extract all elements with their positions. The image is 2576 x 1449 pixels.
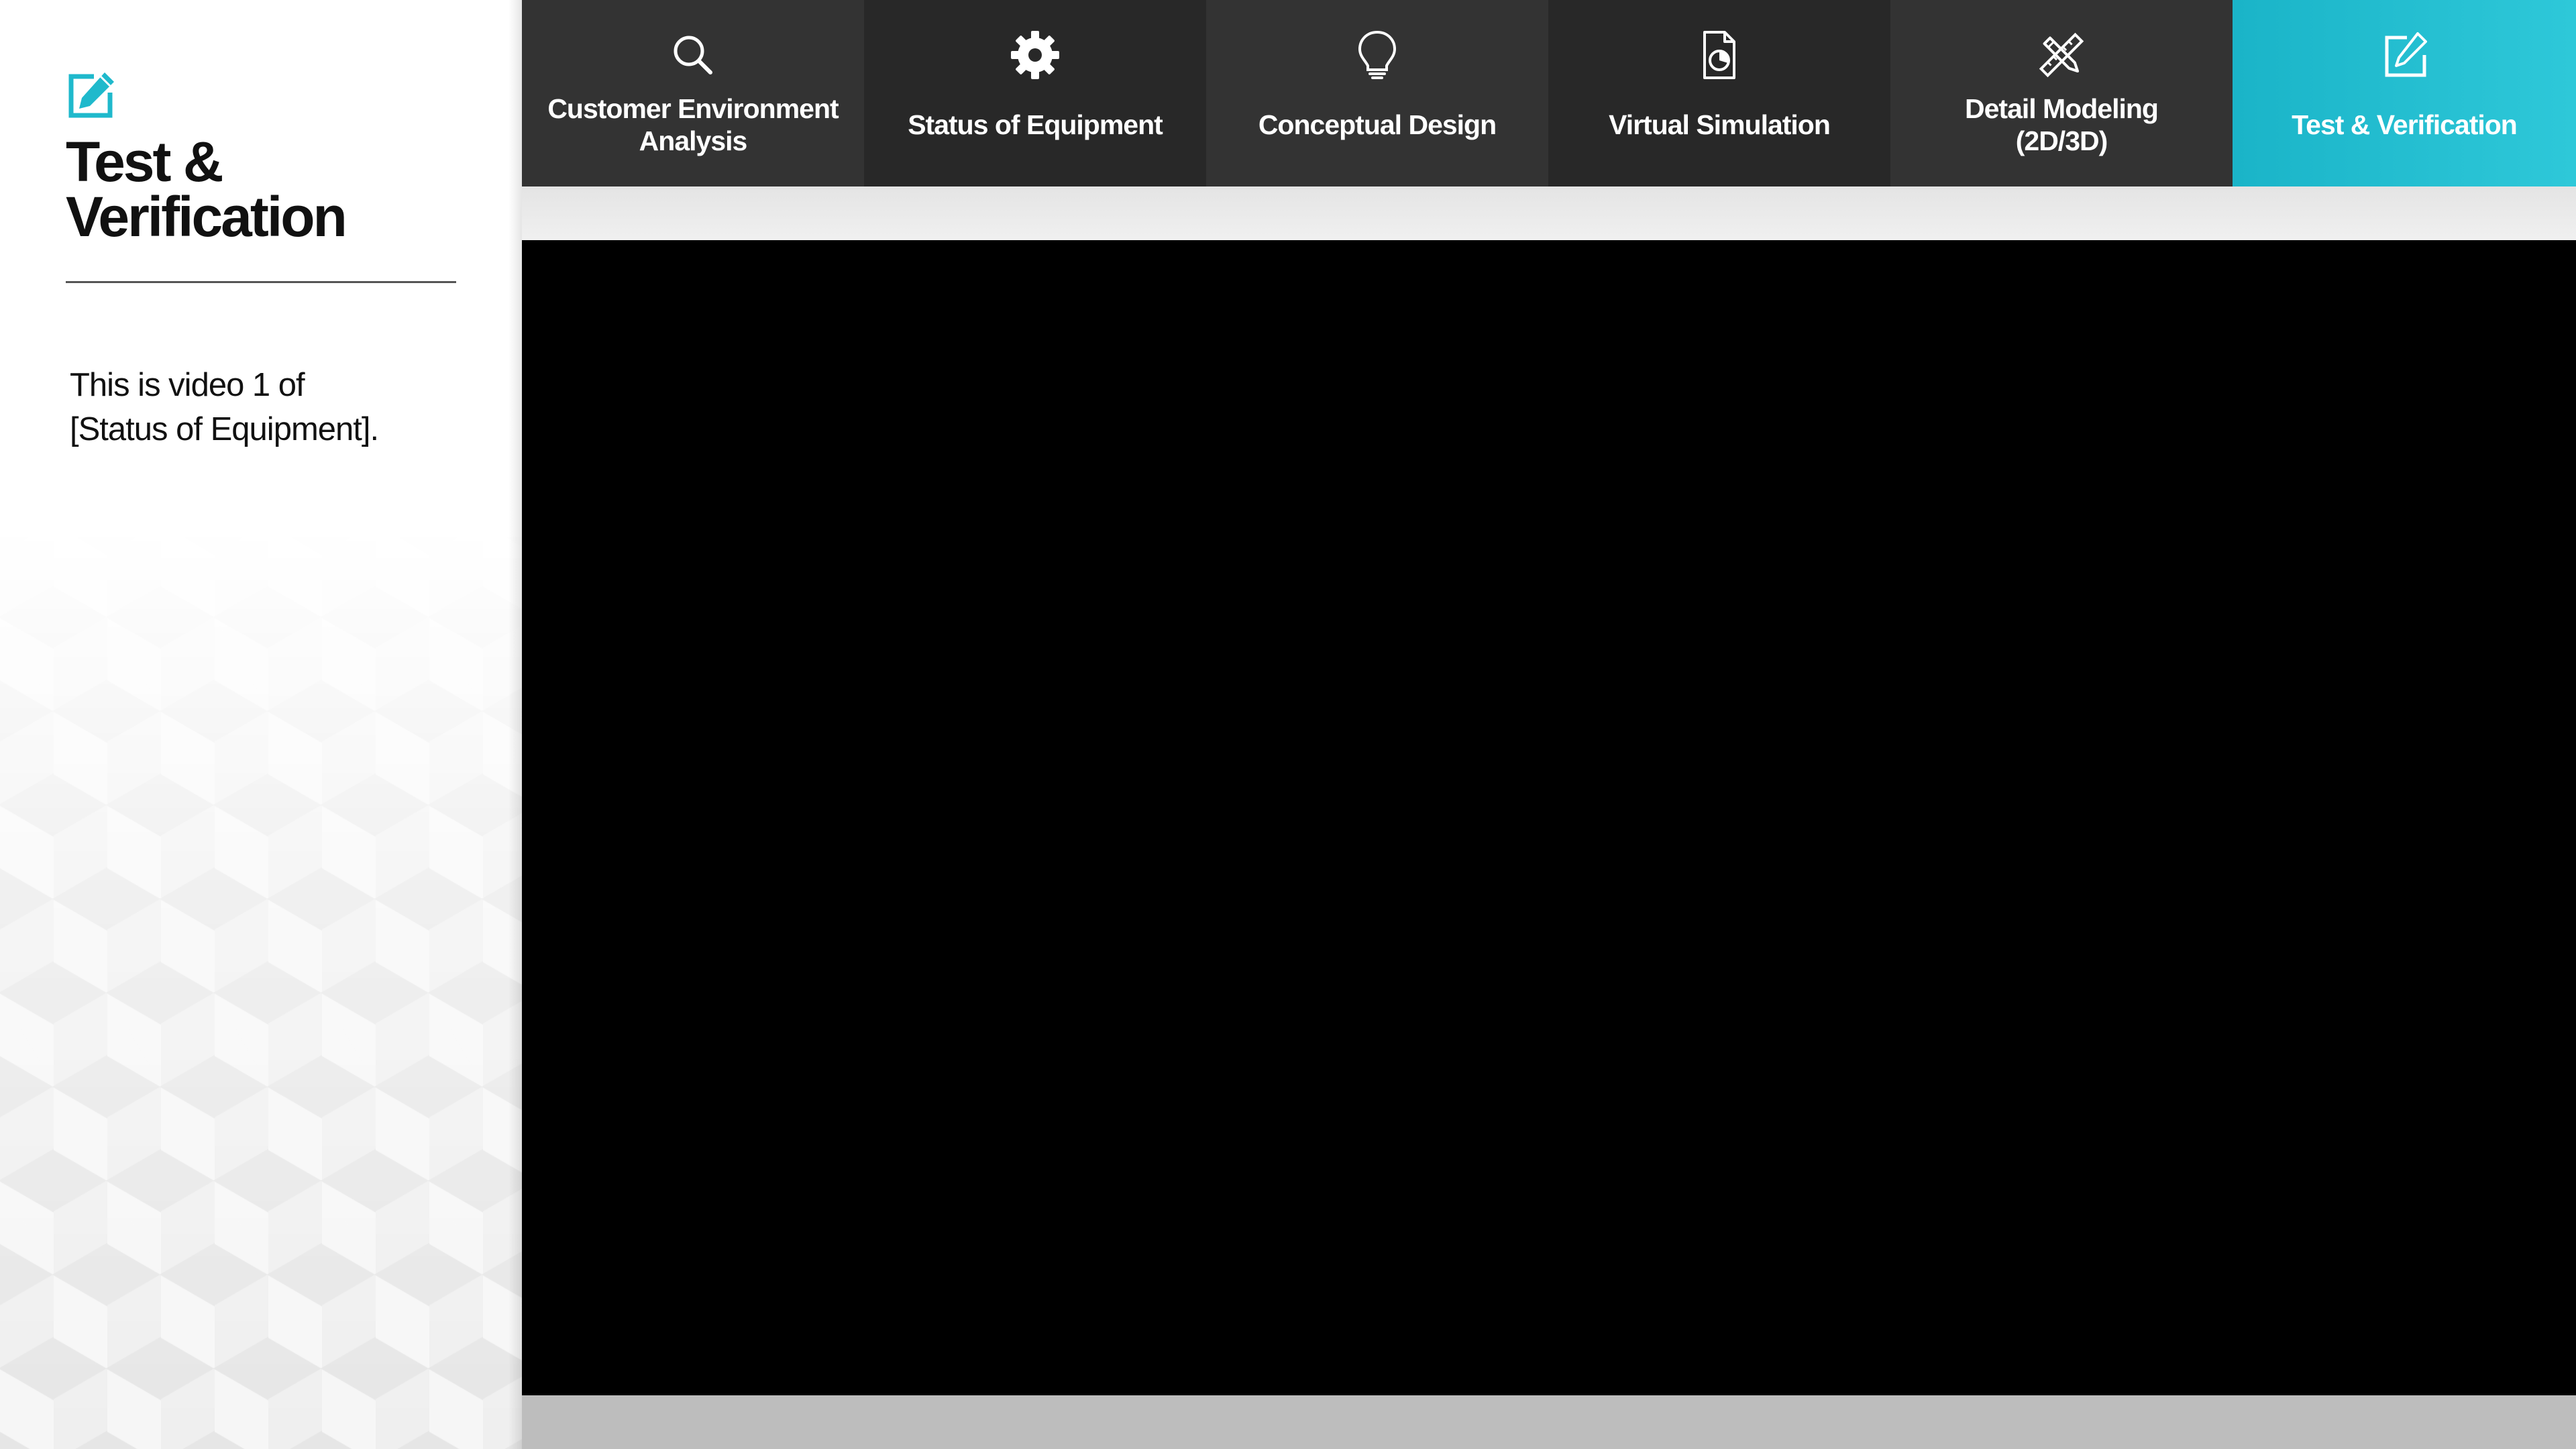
tab-label: Status of Equipment — [877, 91, 1193, 158]
tab-label-text: Virtual Simulation — [1609, 109, 1831, 140]
tab-label: Test & Verification — [2246, 91, 2563, 158]
sidebar-background-pattern — [0, 523, 522, 1449]
player-control-bar[interactable] — [522, 1395, 2576, 1449]
sidebar-shadow — [508, 0, 522, 1449]
tab-label: Virtual Simulation — [1562, 91, 1877, 158]
tab-virtual-simulation[interactable]: Virtual Simulation — [1548, 0, 1890, 186]
tab-label: Customer Environment Analysis — [535, 91, 851, 158]
video-description-text: This is video 1 of [Status of Equipment]… — [70, 367, 379, 447]
tab-test-verification[interactable]: Test & Verification — [2233, 0, 2576, 186]
tab-label-text: Customer Environment Analysis — [547, 93, 839, 156]
lightbulb-icon — [1358, 30, 1397, 79]
video-description: This is video 1 of [Status of Equipment]… — [70, 363, 472, 451]
edit-square-icon — [68, 72, 114, 118]
title-divider — [66, 281, 456, 283]
pencil-ruler-icon — [2039, 32, 2084, 78]
sidebar: Test & Verification This is video 1 of [… — [0, 0, 522, 1449]
tab-detail-modeling[interactable]: Detail Modeling (2D/3D) — [1890, 0, 2233, 186]
page-title-text: Test & Verification — [66, 130, 347, 248]
video-player[interactable] — [522, 240, 2576, 1395]
tab-customer-environment-analysis[interactable]: Customer Environment Analysis — [522, 0, 864, 186]
tab-label: Conceptual Design — [1220, 91, 1535, 158]
tab-label-text: Test & Verification — [2292, 109, 2518, 140]
tab-status-of-equipment[interactable]: Status of Equipment — [864, 0, 1206, 186]
tab-label-text: Detail Modeling (2D/3D) — [1965, 93, 2159, 156]
page-title: Test & Verification — [66, 133, 482, 245]
tab-label-text: Status of Equipment — [908, 109, 1163, 140]
gear-icon — [1011, 31, 1059, 79]
tab-conceptual-design[interactable]: Conceptual Design — [1206, 0, 1548, 186]
search-icon — [674, 36, 712, 74]
document-chart-icon — [1703, 31, 1735, 79]
process-nav: Customer Environment Analysis Status of … — [522, 0, 2576, 186]
app-window: Test & Verification This is video 1 of [… — [0, 0, 2576, 1449]
tab-label-text: Conceptual Design — [1258, 109, 1497, 140]
tab-label: Detail Modeling (2D/3D) — [1904, 91, 2219, 158]
content-header-bar — [522, 186, 2576, 240]
edit-square-icon — [2385, 32, 2427, 77]
